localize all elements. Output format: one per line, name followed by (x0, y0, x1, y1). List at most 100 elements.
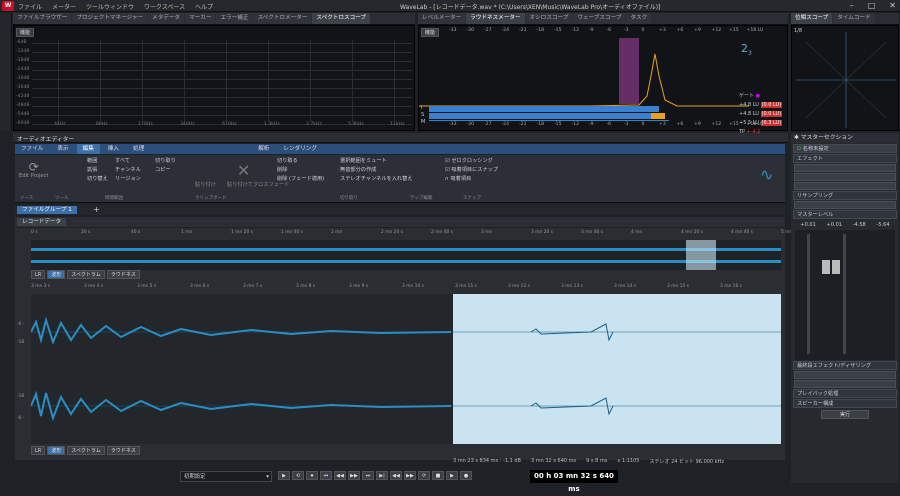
ribbon-tab-analysis[interactable]: 解析 (252, 144, 275, 154)
cut-button[interactable]: 切り取り (155, 157, 176, 166)
maximize-icon[interactable]: □ (868, 1, 876, 10)
range-button[interactable]: 範囲 (87, 157, 108, 166)
menu-workspace[interactable]: ワークスペース (144, 2, 185, 11)
paste-button[interactable]: 貼り付け (195, 181, 216, 190)
delete-button[interactable]: 削除 (277, 166, 324, 175)
tab-loudness-meter[interactable]: ラウドネスメーター (466, 13, 525, 24)
forward-icon[interactable]: ▶▶ (404, 471, 416, 480)
create-silence-button[interactable]: 無音部分の作成 (340, 166, 412, 175)
resampling-slot[interactable] (794, 201, 896, 209)
speaker-config-header[interactable]: スピーカー構成 (793, 399, 897, 408)
snap-checkbox[interactable]: ☑ 吸着項目にスナップ (445, 166, 498, 175)
tab-marker[interactable]: マーカー (185, 13, 216, 24)
ribbon-tab-insert[interactable]: 挿入 (102, 144, 125, 154)
main-view-tab-loudness[interactable]: ラウドネス (106, 446, 140, 455)
status-length[interactable]: 9 s 8 ms (586, 458, 607, 465)
end-icon[interactable]: ⏭ (362, 471, 374, 480)
tab-spectroscope[interactable]: スペクトロスコープ (312, 13, 371, 24)
overview-waveform[interactable] (31, 240, 781, 270)
status-format[interactable]: ステレオ 24 ビット 96.000 kHz (649, 458, 724, 465)
main-view-tab-lr[interactable]: LR (31, 446, 46, 455)
minimize-icon[interactable]: – (850, 1, 854, 10)
rewind-start-icon[interactable]: ⏮ (320, 471, 332, 480)
jump-icon[interactable]: ▶| (376, 471, 388, 480)
final-slot-1[interactable] (794, 371, 896, 379)
tab-oscilloscope[interactable]: オシロスコープ (525, 13, 573, 24)
effect-slot-2[interactable] (794, 173, 896, 181)
tab-task[interactable]: タスク (626, 13, 652, 24)
tab-level-meter[interactable]: レベルメーター (418, 13, 466, 24)
view-tab-waveform[interactable]: 波形 (47, 270, 66, 279)
loop-icon[interactable]: ⟲ (292, 471, 304, 480)
main-view-tab-spectrum[interactable]: スペクトラム (67, 446, 105, 455)
mute-selection-button[interactable]: 選択範囲をミュート (340, 157, 412, 166)
toggle-button[interactable]: 切り替え (87, 175, 108, 184)
fader-left[interactable] (822, 260, 830, 274)
prev-icon[interactable]: ◀◀ (334, 471, 346, 480)
view-tab-spectrum[interactable]: スペクトラム (67, 270, 105, 279)
tab-metadata[interactable]: メタデータ (148, 13, 185, 24)
main-waveform[interactable] (31, 294, 781, 444)
tab-phase-scope[interactable]: 位相スコープ (791, 13, 833, 24)
transport-preset-select[interactable]: 初期設定 ▾ (180, 471, 272, 482)
menu-meter[interactable]: メーター (52, 2, 76, 11)
extend-button[interactable]: 拡張 (87, 166, 108, 175)
play-icon[interactable]: ▶ (446, 471, 458, 480)
fader-right[interactable] (832, 260, 840, 274)
effect-slot-add[interactable] (794, 182, 896, 190)
loop-mode-icon[interactable]: ⟳ (418, 471, 430, 480)
tab-spectrometer[interactable]: スペクトロメーター (253, 13, 312, 24)
tab-project-manager[interactable]: プロジェクトマネージャー (72, 13, 148, 24)
view-tab-loudness[interactable]: ラウドネス (106, 270, 140, 279)
edit-project-button[interactable]: ⟳ Edit Project (19, 161, 48, 181)
master-level-header[interactable]: マスターレベル (793, 210, 897, 219)
tab-timecode[interactable]: タイムコード (833, 13, 875, 24)
ribbon-tab-file[interactable]: ファイル (15, 144, 49, 154)
effect-slot-1[interactable] (794, 164, 896, 172)
tab-error-correction[interactable]: エラー補正 (216, 13, 253, 24)
all-button[interactable]: すべて (115, 157, 141, 166)
snap-items-button[interactable]: ∩ 吸着項目 (445, 175, 498, 184)
rewind-icon[interactable]: ◀◀ (390, 471, 402, 480)
ribbon-tab-edit[interactable]: 編集 (76, 144, 100, 154)
stop-icon[interactable]: ■ (432, 471, 444, 480)
overview-selection[interactable] (686, 240, 716, 270)
tab-file-browser[interactable]: ファイルブラウザー (13, 13, 72, 24)
main-view-tab-waveform[interactable]: 波形 (47, 446, 66, 455)
file-group-tab[interactable]: ファイルグループ 1 (17, 206, 77, 214)
effects-header[interactable]: エフェクト (793, 154, 897, 163)
playback-processing-header[interactable]: プレイバック処理 (793, 389, 897, 398)
play-from-cursor-icon[interactable]: ▶ (278, 471, 290, 480)
view-tab-lr[interactable]: LR (31, 270, 46, 279)
next-icon[interactable]: ▶▶ (348, 471, 360, 480)
channel-button[interactable]: チャンネル (115, 166, 141, 175)
zero-crossing-checkbox[interactable]: ☑ ゼロクロッシング (445, 157, 498, 166)
final-effects-header[interactable]: 最終段エフェクト/ディザリング (793, 361, 897, 370)
render-button[interactable]: 実行 (821, 410, 869, 419)
transport-time-display[interactable]: 00 h 03 mn 32 s 640 ms (530, 470, 618, 493)
swap-channels-button[interactable]: ステレオチャンネルを入れ替え (340, 175, 412, 184)
menu-help[interactable]: ヘルプ (195, 2, 213, 11)
region-button[interactable]: リージョン (115, 175, 141, 184)
ribbon-tab-process[interactable]: 処理 (127, 144, 150, 154)
document-tab[interactable]: レコードデータ (17, 218, 67, 226)
delete-fade-button[interactable]: 削除 (フェード適用) (277, 175, 324, 184)
close-icon[interactable]: ✕ (889, 1, 896, 10)
resampling-header[interactable]: リサンプリング (793, 191, 897, 200)
copy-button[interactable]: コピー (155, 166, 176, 175)
db-gridline (32, 52, 412, 53)
cut-out-button[interactable]: 切り取る (277, 157, 324, 166)
delete-x-icon[interactable]: ✕ (237, 161, 250, 180)
menu-tool-window[interactable]: ツールウィンドウ (86, 2, 134, 11)
record-icon[interactable]: ● (460, 471, 472, 480)
menu-file[interactable]: ファイル (18, 2, 42, 11)
ribbon-tab-view[interactable]: 表示 (51, 144, 74, 154)
final-slot-2[interactable] (794, 380, 896, 388)
punch-icon[interactable]: ⏺ (306, 471, 318, 480)
tab-wavescope[interactable]: ウェーブスコープ (573, 13, 626, 24)
status-position[interactable]: 3 mn 32 s 640 ms (531, 458, 576, 465)
preset-selector[interactable]: ⏻ 名称未設定 (793, 144, 897, 153)
add-tab-icon[interactable]: + (93, 205, 100, 214)
ribbon-tab-render[interactable]: レンダリング (277, 144, 323, 154)
status-zoom[interactable]: x 1:1105 (617, 458, 639, 465)
